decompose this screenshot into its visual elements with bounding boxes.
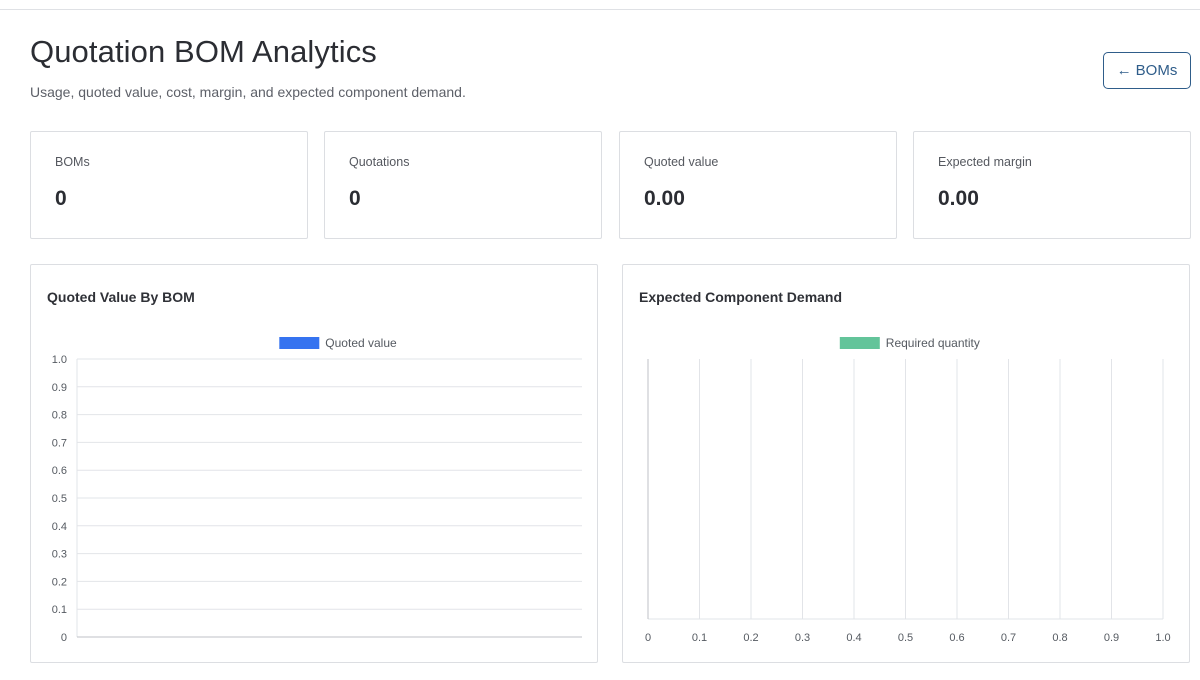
x-tick-label: 0.6 xyxy=(949,632,964,644)
x-tick-label: 0.5 xyxy=(898,632,913,644)
x-tick-label: 0.4 xyxy=(846,632,861,644)
y-tick-label: 0.7 xyxy=(52,437,67,449)
chart-card-component-demand: Required quantity 0 0.1 0.2 0.3 0.4 0.5 0.6 0.7 0… xyxy=(622,264,1190,663)
stat-card-quoted-value: Quoted value 0.00 xyxy=(619,131,897,239)
y-tick-label: 0.9 xyxy=(52,382,67,394)
x-tick-label: 0.8 xyxy=(1052,632,1067,644)
stat-label: Expected margin xyxy=(938,155,1032,169)
y-tick-label: 0.6 xyxy=(52,465,67,477)
chart-title: Expected Component Demand xyxy=(639,289,843,305)
x-tick-label: 0.7 xyxy=(1001,632,1016,644)
x-tick-label: 0.9 xyxy=(1104,632,1119,644)
x-tick-label: 0.2 xyxy=(743,632,758,644)
stat-card-boms: BOMs 0 xyxy=(30,131,308,239)
page-subtitle: Usage, quoted value, cost, margin, and e… xyxy=(30,84,466,100)
component-demand-chart: Required quantity 0 0.1 0.2 0.3 0.4 0.5 0.6 0.7 0… xyxy=(645,336,1171,644)
x-tick-label: 1.0 xyxy=(1155,632,1170,644)
legend-label: Required quantity xyxy=(886,336,980,350)
y-tick-label: 0.8 xyxy=(52,410,67,422)
y-tick-label: 0.1 xyxy=(52,604,67,616)
quoted-value-chart: Quoted value 1.0 0.9 0.8 0.7 0.6 0.5 0.4 0.3 0.2 0… xyxy=(52,336,582,644)
stat-label: Quoted value xyxy=(644,155,719,169)
stat-label: Quotations xyxy=(349,155,410,169)
y-tick-label: 0.5 xyxy=(52,493,67,505)
x-tick-label: 0.3 xyxy=(795,632,810,644)
x-tick-label: 0 xyxy=(645,632,651,644)
back-button-label: BOMs xyxy=(1135,62,1178,79)
stat-value: 0 xyxy=(55,187,67,210)
y-tick-label: 0.3 xyxy=(52,549,67,561)
top-divider xyxy=(0,9,1200,10)
chart-title: Quoted Value By BOM xyxy=(47,289,195,305)
arrow-left-icon: ← xyxy=(1116,62,1132,79)
back-to-boms-button[interactable]: ← BOMs xyxy=(1103,52,1191,89)
legend-swatch xyxy=(279,337,320,349)
chart-card-quoted-value: Quoted value 1.0 0.9 0.8 0.7 0.6 0.5 0.4 0.3 0.2 0… xyxy=(30,264,598,663)
stat-value: 0.00 xyxy=(644,187,685,210)
stat-label: BOMs xyxy=(55,155,90,169)
legend-label: Quoted value xyxy=(325,336,397,350)
stat-value: 0 xyxy=(349,187,361,210)
stat-card-expected-margin: Expected margin 0.00 xyxy=(913,131,1191,239)
y-tick-label: 1.0 xyxy=(52,354,67,366)
stat-card-quotations: Quotations 0 xyxy=(324,131,602,239)
stat-value: 0.00 xyxy=(938,187,979,210)
y-tick-label: 0.4 xyxy=(52,521,67,533)
y-tick-label: 0 xyxy=(61,632,67,644)
legend-swatch xyxy=(839,337,880,349)
x-tick-label: 0.1 xyxy=(692,632,707,644)
y-tick-label: 0.2 xyxy=(52,576,67,588)
page-title: Quotation BOM Analytics xyxy=(30,34,377,69)
